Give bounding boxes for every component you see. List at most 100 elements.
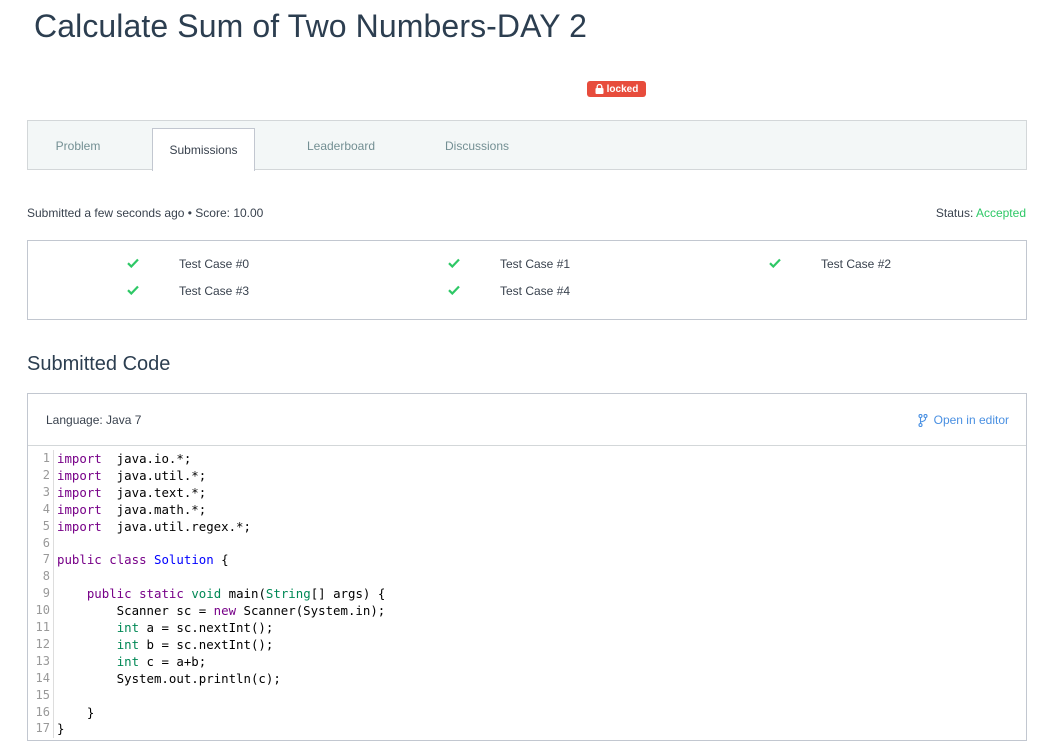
tab-leaderboard[interactable]: Leaderboard [296, 121, 386, 170]
code-token: new [213, 603, 237, 619]
code-line: import java.util.regex.*; [57, 518, 251, 535]
check-icon [127, 258, 139, 268]
line-number: 10 [35, 603, 50, 618]
tabs-bar: Problem Submissions Leaderboard Discussi… [27, 120, 1027, 171]
submitted-code-heading: Submitted Code [27, 353, 171, 375]
line-number: 13 [35, 653, 50, 668]
code-token: Scanner(System.in); [236, 603, 386, 619]
code-line: int b = sc.nextInt(); [57, 636, 274, 653]
line-number: 15 [35, 687, 50, 702]
locked-badge: locked [587, 81, 646, 97]
code-line: } [57, 704, 94, 721]
tab-submissions[interactable]: Submissions [152, 128, 255, 171]
branch-icon [918, 413, 928, 427]
test-case-2[interactable]: Test Case #2 [821, 256, 891, 272]
line-number: 4 [42, 501, 50, 516]
code-token: import [57, 484, 102, 500]
code-token: import [57, 518, 102, 534]
line-number: 7 [42, 552, 50, 567]
code-token: int [116, 636, 140, 652]
line-number: 1 [42, 451, 50, 465]
code-token: main( [221, 586, 266, 602]
code-token: int [116, 620, 140, 635]
code-token: { [213, 552, 229, 568]
open-in-editor-link[interactable]: Open in editor [918, 413, 1009, 427]
line-number: 9 [42, 586, 50, 601]
code-token: public [86, 586, 132, 602]
check-icon [448, 258, 460, 268]
code-token: } [57, 721, 65, 737]
page-title: Calculate Sum of Two Numbers-DAY 2 [34, 8, 587, 44]
submission-status: Status: Accepted [936, 206, 1026, 220]
line-number: 6 [42, 535, 50, 550]
line-number: 2 [42, 467, 50, 482]
check-icon [127, 285, 139, 295]
code-token: b = sc.nextInt(); [139, 636, 274, 652]
code-token: } [57, 704, 95, 720]
code-line: import java.text.*; [57, 484, 206, 501]
code-token: a = sc.nextInt(); [139, 620, 274, 635]
line-number: 16 [35, 704, 50, 719]
line-number: 14 [35, 670, 50, 685]
code-panel: Language: Java 7 Open in editor 1 import … [27, 393, 1027, 741]
code-header: Language: Java 7 Open in editor [28, 394, 1026, 446]
tab-discussions[interactable]: Discussions [432, 121, 522, 170]
code-line: int c = a+b; [57, 653, 207, 670]
code-line: } [57, 720, 64, 737]
code-line: System.out.println(c); [57, 670, 281, 687]
code-token: java.math.*; [101, 501, 207, 517]
code-token: [] args) { [310, 586, 386, 602]
code-token: java.text.*; [101, 484, 207, 500]
line-number: 3 [42, 484, 50, 499]
submission-info: Submitted a few seconds ago • Score: 10.… [27, 206, 264, 220]
code-token: import [57, 501, 102, 517]
code-line: public class Solution { [57, 551, 229, 568]
code-token: System.out.println(c); [57, 670, 281, 686]
status-value: Accepted [975, 206, 1026, 220]
locked-badge-label: locked [606, 83, 639, 95]
code-token: java.util.regex.*; [101, 518, 251, 534]
lock-icon [595, 84, 604, 94]
line-number: 11 [35, 620, 50, 634]
code-token: int [116, 653, 140, 669]
code-token: Scanner sc = [57, 603, 214, 619]
status-label: Status: [935, 206, 974, 220]
check-icon [448, 285, 460, 295]
code-editor[interactable]: 1 import java.io.*; 2 import java.util.*; 3 i… [28, 446, 1026, 740]
test-cases-panel: Test Case #0 Test Case #1 Test Case #2 T… [27, 240, 1027, 320]
test-case-0[interactable]: Test Case #0 [179, 256, 249, 272]
code-line: import java.math.*; [57, 501, 206, 518]
line-number: 5 [42, 518, 50, 533]
code-token: import [57, 451, 102, 466]
code-token: void [191, 586, 222, 602]
code-token: c = a+b; [139, 653, 207, 669]
code-token: static [139, 586, 184, 602]
code-line: Scanner sc = new Scanner(System.in); [57, 602, 386, 619]
language-label: Language: Java 7 [46, 413, 142, 427]
code-token: import [57, 467, 102, 483]
tab-problem[interactable]: Problem [38, 121, 118, 170]
test-case-1[interactable]: Test Case #1 [500, 256, 570, 272]
open-in-editor-label: Open in editor [933, 413, 1009, 427]
line-number: 8 [42, 569, 50, 584]
code-line: import java.util.*; [57, 467, 206, 484]
code-line: public static void main(String[] args) { [57, 585, 385, 602]
line-number: 12 [35, 636, 50, 651]
code-line: import java.io.*; [57, 450, 191, 467]
code-token: String [265, 586, 311, 602]
code-token: class [109, 552, 147, 568]
code-token: java.util.*; [101, 467, 207, 483]
code-line: int a = sc.nextInt(); [57, 619, 274, 636]
code-token: java.io.*; [101, 451, 192, 466]
code-token: public [57, 552, 102, 568]
code-token: Solution [154, 552, 214, 568]
line-number: 17 [35, 721, 50, 736]
test-case-3[interactable]: Test Case #3 [179, 283, 249, 299]
test-case-4[interactable]: Test Case #4 [500, 283, 570, 299]
